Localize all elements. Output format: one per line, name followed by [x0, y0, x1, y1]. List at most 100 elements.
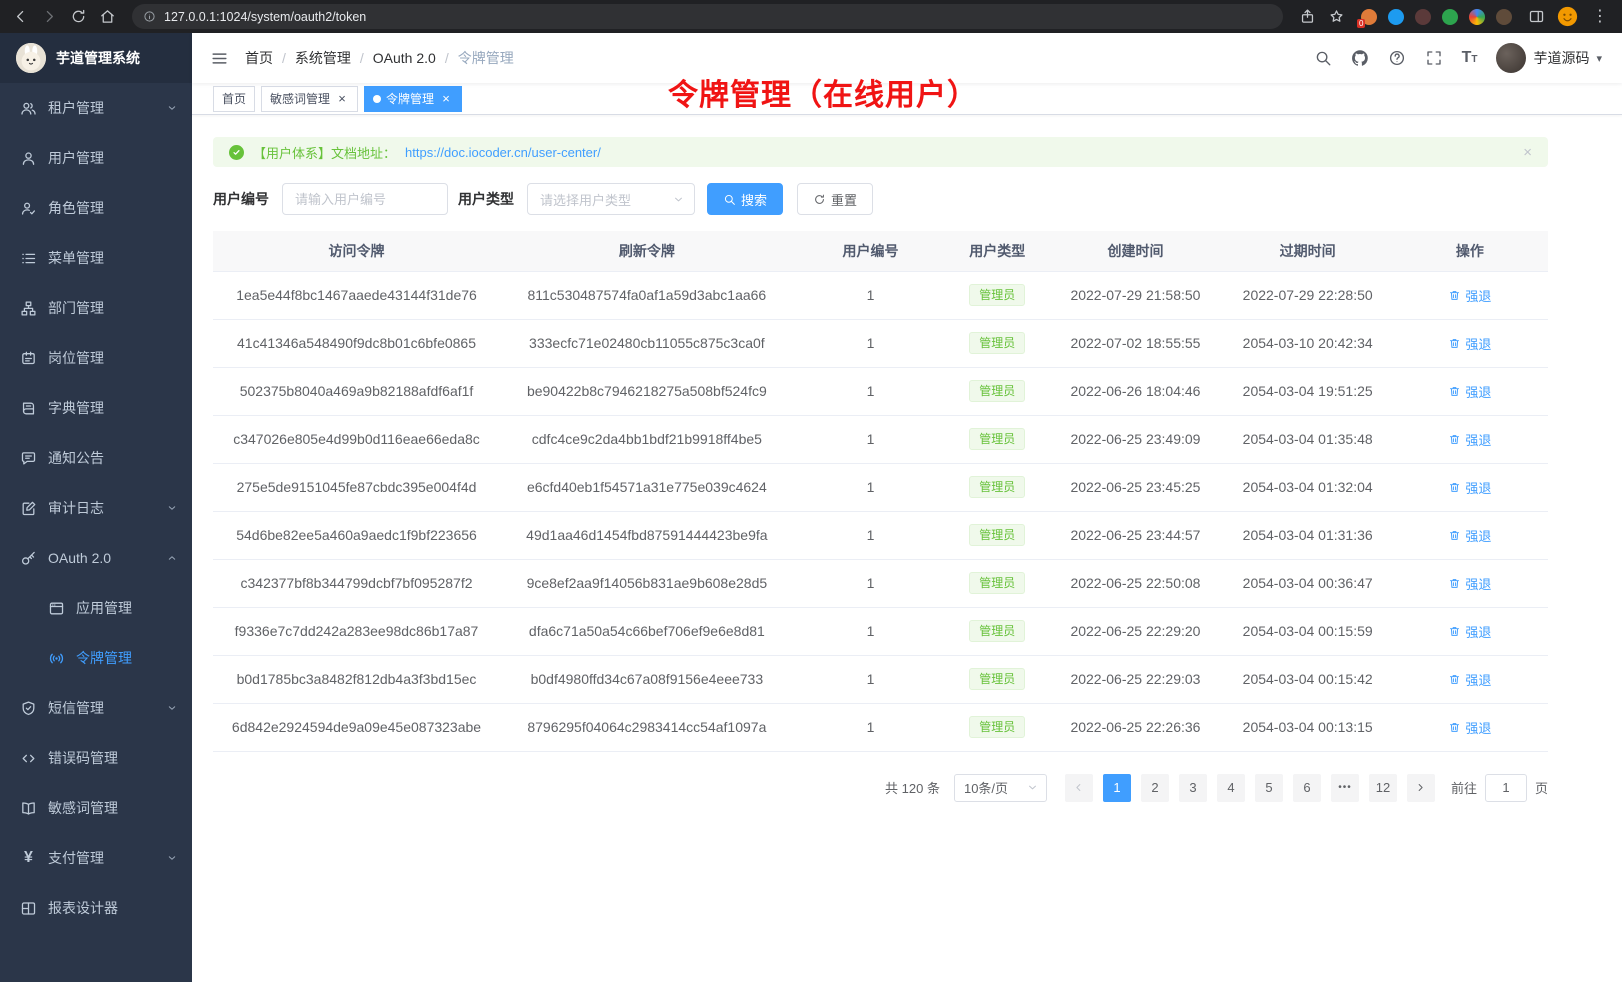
extension-icon[interactable] [1496, 9, 1512, 25]
page-button-2[interactable]: 2 [1141, 774, 1169, 802]
menu-icon [20, 250, 37, 267]
sidebar-item-tenant[interactable]: 租户管理 [0, 83, 192, 133]
user-id-cell: 1 [794, 703, 948, 751]
create-time-cell: 2022-06-25 22:50:08 [1047, 559, 1223, 607]
sidebar-item-notice[interactable]: 通知公告 [0, 433, 192, 483]
sidebar-item-post[interactable]: 岗位管理 [0, 333, 192, 383]
user-type-badge: 管理员 [969, 716, 1025, 738]
sidebar-item-dept[interactable]: 部门管理 [0, 283, 192, 333]
extension-icon[interactable] [1442, 9, 1458, 25]
page-button-6[interactable]: 6 [1293, 774, 1321, 802]
back-icon[interactable] [12, 8, 29, 25]
sidebar-item-menu[interactable]: 菜单管理 [0, 233, 192, 283]
fullscreen-icon[interactable] [1425, 49, 1443, 67]
page-button-5[interactable]: 5 [1255, 774, 1283, 802]
search-button-label: 搜索 [741, 190, 767, 209]
force-logout-button[interactable]: 强退 [1448, 478, 1491, 497]
forward-icon[interactable] [41, 8, 58, 25]
force-logout-button[interactable]: 强退 [1448, 286, 1491, 305]
page-size-select[interactable]: 10条/页 [954, 774, 1047, 802]
sidebar-item-label: 通知公告 [48, 448, 104, 468]
force-logout-button[interactable]: 强退 [1448, 670, 1491, 689]
user-type-cell: 管理员 [947, 703, 1047, 751]
sidebar-item-error-code[interactable]: 错误码管理 [0, 733, 192, 783]
browser-menu-icon[interactable]: ⋮ [1590, 9, 1610, 25]
next-page-button[interactable] [1407, 774, 1435, 802]
close-icon[interactable]: × [439, 92, 453, 106]
side-panel-icon[interactable] [1528, 8, 1545, 25]
force-logout-button[interactable]: 强退 [1448, 574, 1491, 593]
breadcrumb-separator: / [360, 50, 364, 66]
user-type-select[interactable]: 请选择用户类型 [527, 183, 695, 215]
access-token-cell: 275e5de9151045fe87cbdc395e004f4d [213, 463, 500, 511]
force-logout-button[interactable]: 强退 [1448, 622, 1491, 641]
sidebar-item-label: 岗位管理 [48, 348, 104, 368]
user-id-input[interactable] [282, 183, 448, 215]
github-icon[interactable] [1351, 49, 1369, 67]
expire-time-cell: 2054-03-04 01:31:36 [1224, 511, 1392, 559]
force-logout-button[interactable]: 强退 [1448, 430, 1491, 449]
logo-avatar [16, 43, 46, 73]
search-icon[interactable] [1314, 49, 1332, 67]
action-cell: 强退 [1392, 463, 1548, 511]
page-button-3[interactable]: 3 [1179, 774, 1207, 802]
sidebar-item-report-designer[interactable]: 报表设计器 [0, 883, 192, 933]
extension-icon[interactable] [1415, 9, 1431, 25]
close-icon[interactable]: × [335, 92, 349, 106]
reload-icon[interactable] [70, 8, 87, 25]
column-header: 过期时间 [1224, 231, 1392, 271]
docs-help-icon[interactable] [1388, 49, 1406, 67]
bookmark-star-icon[interactable] [1328, 8, 1345, 25]
search-button[interactable]: 搜索 [707, 183, 783, 215]
sidebar-item-sensitive-word[interactable]: 敏感词管理 [0, 783, 192, 833]
page-button-1[interactable]: 1 [1103, 774, 1131, 802]
share-icon[interactable] [1299, 8, 1316, 25]
site-info-icon[interactable] [143, 10, 156, 23]
sidebar-item-dict[interactable]: 字典管理 [0, 383, 192, 433]
action-cell: 强退 [1392, 319, 1548, 367]
tab-item[interactable]: 令牌管理× [364, 86, 462, 112]
sidebar-item-user[interactable]: 用户管理 [0, 133, 192, 183]
header-actions: TT 芋道源码 ▾ [1314, 43, 1602, 73]
tab-item[interactable]: 首页 [213, 86, 255, 112]
home-icon[interactable] [99, 8, 116, 25]
breadcrumb-item[interactable]: OAuth 2.0 [373, 50, 436, 66]
sidebar-item-pay[interactable]: ¥支付管理 [0, 833, 192, 883]
app-logo[interactable]: 芋道管理系统 [0, 33, 192, 83]
sidebar-item-oauth2-app[interactable]: 应用管理 [0, 583, 192, 633]
goto-page-input[interactable] [1485, 774, 1527, 802]
force-logout-button[interactable]: 强退 [1448, 526, 1491, 545]
user-type-badge: 管理员 [969, 572, 1025, 594]
breadcrumb: 首页/系统管理/OAuth 2.0/令牌管理 [245, 48, 514, 68]
doc-link[interactable]: https://doc.iocoder.cn/user-center/ [405, 145, 601, 160]
force-logout-button[interactable]: 强退 [1448, 382, 1491, 401]
tab-item[interactable]: 敏感词管理× [261, 86, 358, 112]
sidebar-item-oauth2-token[interactable]: 令牌管理 [0, 633, 192, 683]
refresh-token-cell: dfa6c71a50a54c66bef706ef9e6e8d81 [500, 607, 794, 655]
sidebar-item-sms[interactable]: 短信管理 [0, 683, 192, 733]
sidebar-item-audit-log[interactable]: 审计日志 [0, 483, 192, 533]
breadcrumb-item[interactable]: 系统管理 [295, 48, 351, 68]
sidebar-item-role[interactable]: 角色管理 [0, 183, 192, 233]
more-pages-button[interactable]: ••• [1331, 774, 1359, 802]
force-logout-button[interactable]: 强退 [1448, 334, 1491, 353]
page-button-4[interactable]: 4 [1217, 774, 1245, 802]
user-type-cell: 管理员 [947, 655, 1047, 703]
extension-icon[interactable] [1388, 9, 1404, 25]
alert-close-icon[interactable]: × [1523, 145, 1532, 160]
extension-icon[interactable]: 0 [1361, 9, 1377, 25]
font-size-icon[interactable]: TT [1462, 50, 1478, 66]
browser-profile-avatar[interactable] [1557, 6, 1578, 27]
user-name: 芋道源码 [1533, 48, 1589, 68]
address-bar[interactable]: 127.0.0.1:1024/system/oauth2/token [132, 4, 1283, 29]
sidebar-toggle-icon[interactable] [210, 49, 229, 68]
sidebar-menu: 租户管理用户管理角色管理菜单管理部门管理岗位管理字典管理通知公告审计日志OAut… [0, 83, 192, 933]
prev-page-button[interactable] [1065, 774, 1093, 802]
reset-button[interactable]: 重置 [797, 183, 873, 215]
user-menu[interactable]: 芋道源码 ▾ [1496, 43, 1602, 73]
page-button-12[interactable]: 12 [1369, 774, 1397, 802]
breadcrumb-item[interactable]: 首页 [245, 48, 273, 68]
sidebar-item-oauth2[interactable]: OAuth 2.0 [0, 533, 192, 583]
extension-icon[interactable] [1469, 9, 1485, 25]
force-logout-button[interactable]: 强退 [1448, 718, 1491, 737]
